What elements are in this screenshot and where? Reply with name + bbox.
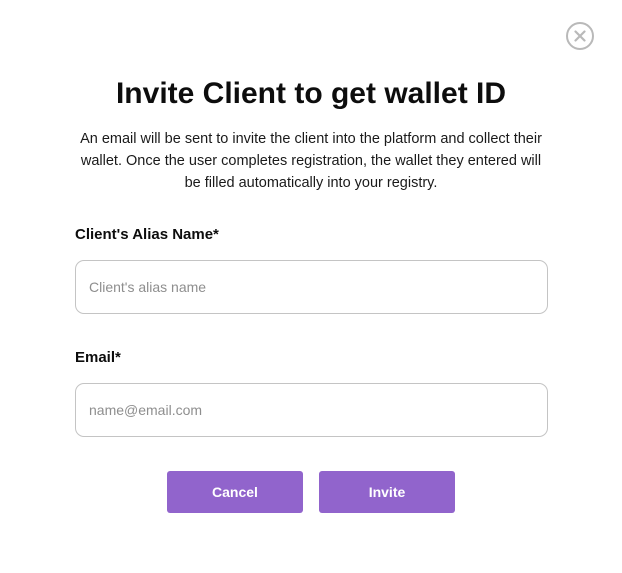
close-button[interactable] bbox=[566, 22, 594, 50]
alias-name-input[interactable] bbox=[75, 260, 548, 314]
close-icon bbox=[574, 30, 586, 42]
email-label: Email* bbox=[75, 349, 121, 366]
modal-title: Invite Client to get wallet ID bbox=[115, 77, 507, 110]
cancel-button[interactable]: Cancel bbox=[167, 471, 303, 513]
invite-client-modal: Invite Client to get wallet ID An email … bbox=[0, 0, 622, 573]
alias-name-label: Client's Alias Name* bbox=[75, 226, 219, 243]
invite-button[interactable]: Invite bbox=[319, 471, 455, 513]
modal-description: An email will be sent to invite the clie… bbox=[80, 131, 542, 191]
email-input[interactable] bbox=[75, 383, 548, 437]
